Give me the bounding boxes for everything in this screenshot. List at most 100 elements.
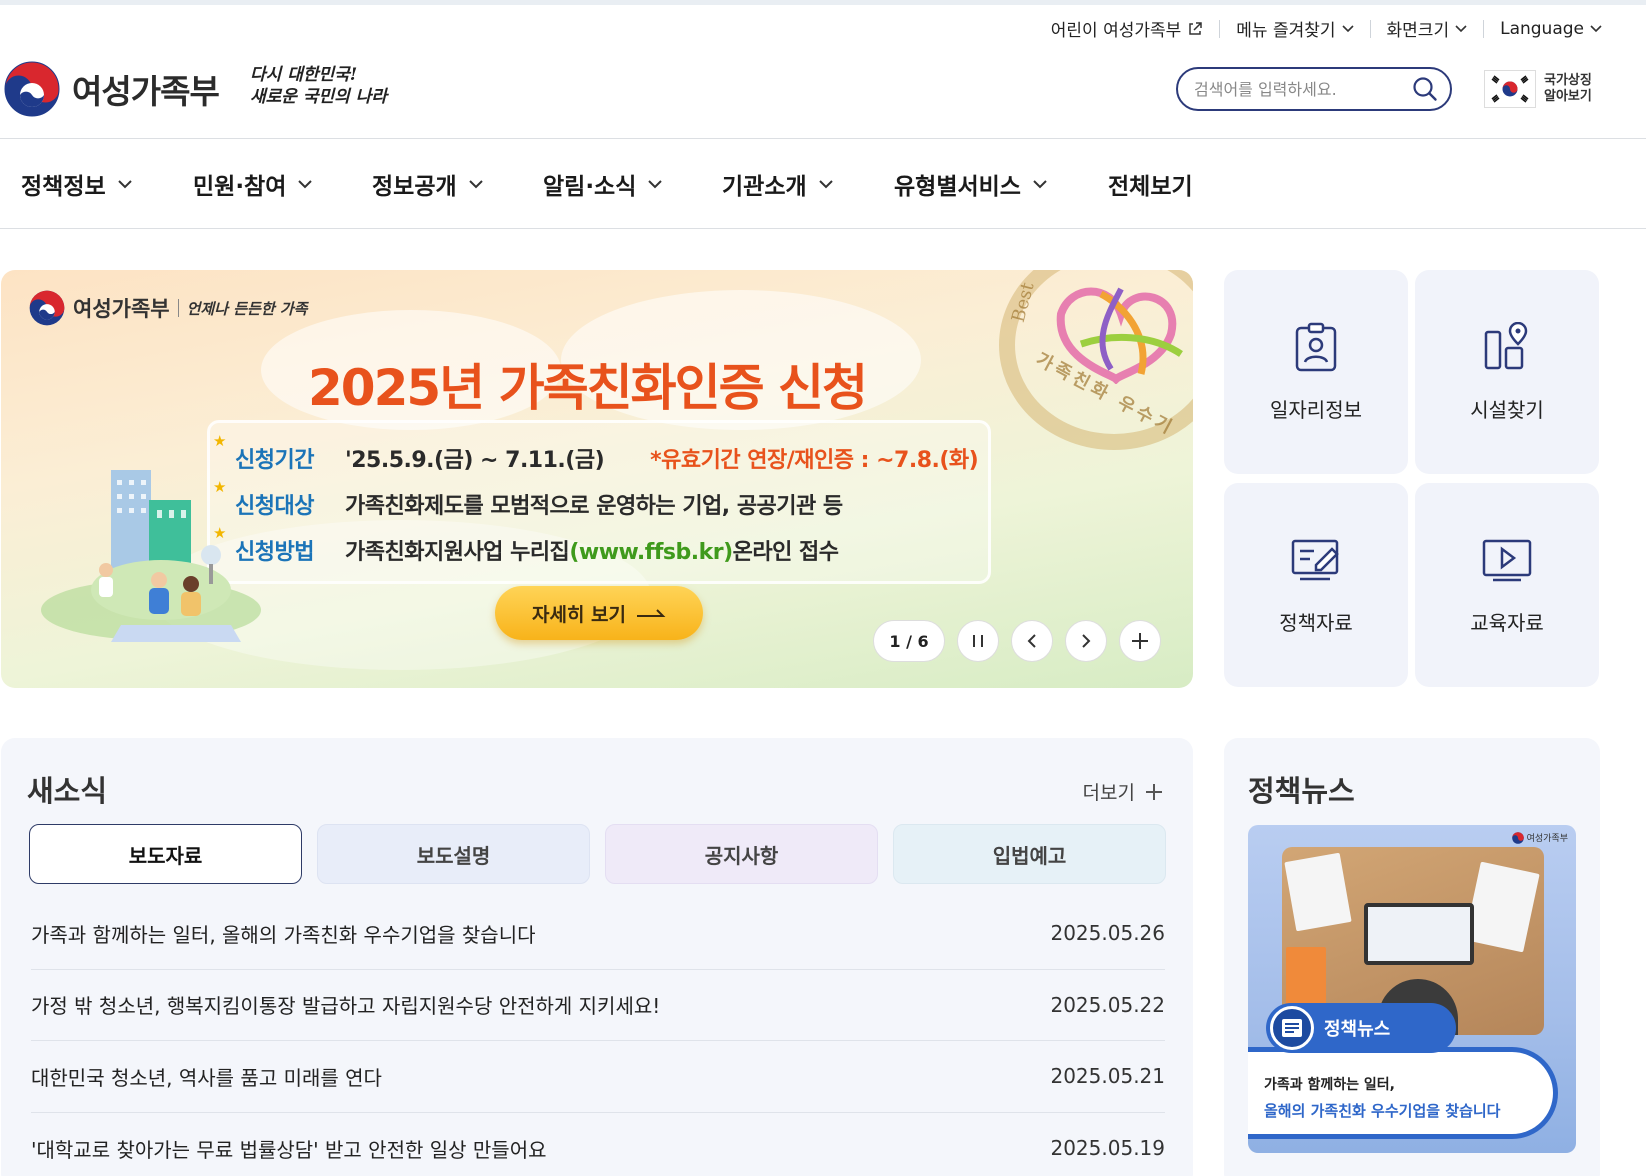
banner-logo-name: 여성가족부 — [73, 297, 170, 321]
view-all-slides-button[interactable] — [1119, 620, 1161, 662]
laptop-illustration — [1364, 903, 1474, 965]
kids-link[interactable]: 어린이 여성가족부 — [1035, 16, 1220, 41]
folder-decoration — [1286, 947, 1326, 1007]
favorites-label: 메뉴 즐겨찾기 — [1236, 21, 1336, 41]
card-logo: 여성가족부 — [1511, 831, 1568, 844]
national-symbol-link[interactable]: 국가상징 알아보기 — [1484, 70, 1600, 108]
banner-controls: 1 / 6 — [873, 620, 1161, 662]
screen-size-menu[interactable]: 화면크기 — [1371, 16, 1484, 41]
nav-label: 유형별서비스 — [894, 174, 1021, 200]
banner-title: 2025년 가족친화인증 신청 — [308, 359, 868, 417]
nav-item-about[interactable]: 기관소개 — [722, 167, 833, 201]
language-label: Language — [1500, 18, 1584, 39]
chevron-down-icon — [298, 179, 313, 188]
chevron-down-icon — [648, 179, 663, 188]
quick-link-policy-docs[interactable]: 정책자료 — [1224, 483, 1408, 687]
list-item[interactable]: 대한민국 청소년, 역사를 품고 미래를 연다 2025.05.21 — [31, 1041, 1165, 1113]
chevron-down-icon — [1455, 24, 1467, 32]
prev-slide-button[interactable] — [1011, 620, 1053, 662]
news-item-date: 2025.05.26 — [1050, 921, 1165, 946]
tab-notice[interactable]: 공지사항 — [605, 824, 878, 884]
row-value: '25.5.9.(금) ~ 7.11.(금) — [345, 448, 605, 473]
nav-item-news[interactable]: 알림·소식 — [543, 167, 663, 201]
video-play-icon — [1482, 539, 1532, 581]
chevron-right-icon — [1082, 634, 1091, 648]
nav-item-sitemap[interactable]: 전체보기 — [1108, 167, 1193, 201]
utility-bar: 어린이 여성가족부 메뉴 즐겨찾기 화면크기 Language — [1035, 16, 1602, 41]
nav-item-services[interactable]: 유형별서비스 — [894, 167, 1047, 201]
nav-label: 정책정보 — [21, 174, 106, 200]
news-section: 새소식 더보기 보도자료 보도설명 공지사항 입법예고 가족과 함께하는 일터,… — [1, 738, 1193, 1176]
card-line-1: 가족과 함께하는 일터, — [1264, 1077, 1395, 1093]
chevron-down-icon — [818, 179, 833, 188]
chevron-down-icon — [1033, 179, 1047, 188]
main-banner[interactable]: Best 가족친화 우수기 여성가족부 언제나 든든한 가족 2025년 가족친… — [1, 270, 1193, 688]
list-item[interactable]: '대학교로 찾아가는 무료 법률상담' 받고 안전한 일상 만들어요 2025.… — [31, 1113, 1165, 1176]
external-link-icon — [1189, 21, 1203, 35]
paper-decoration — [1284, 852, 1352, 932]
nav-label: 기관소개 — [722, 174, 807, 200]
quick-link-education[interactable]: 교육자료 — [1415, 483, 1599, 687]
policy-news-card[interactable]: 여성가족부 가족과 함께하는 일터, 올해의 가족친화 우수기업을 찾습니다 정… — [1248, 825, 1576, 1153]
site-logo[interactable]: 여성가족부 — [4, 61, 220, 117]
search-icon[interactable] — [1412, 76, 1438, 102]
quick-link-label: 정책자료 — [1279, 610, 1353, 635]
row-url: (www.ffsb.kr) — [569, 540, 733, 565]
pause-button[interactable] — [957, 620, 999, 662]
paper-decoration — [1464, 861, 1540, 953]
more-label: 더보기 — [1082, 782, 1135, 804]
nav-label: 전체보기 — [1108, 174, 1193, 200]
quick-link-label: 교육자료 — [1470, 610, 1544, 635]
next-slide-button[interactable] — [1065, 620, 1107, 662]
korean-flag-icon — [1484, 70, 1536, 108]
banner-row-period: 신청기간 '25.5.9.(금) ~ 7.11.(금) *유효기간 연장/재인증… — [213, 432, 979, 474]
nav-item-disclosure[interactable]: 정보공개 — [372, 167, 483, 201]
language-menu[interactable]: Language — [1484, 19, 1602, 39]
slogan-line-2: 새로운 국민의 나라 — [250, 87, 387, 107]
list-item[interactable]: 가정 밖 청소년, 행복지킴이통장 발급하고 자립지원수당 안전하게 지키세요!… — [31, 970, 1165, 1041]
arrow-right-icon — [637, 609, 666, 617]
search-input[interactable] — [1194, 79, 1412, 99]
national-symbol-label: 국가상징 알아보기 — [1544, 73, 1592, 104]
taegeuk-emblem-icon — [1511, 831, 1524, 844]
nav-item-policy[interactable]: 정책정보 — [21, 167, 132, 201]
family-illustration — [41, 470, 261, 642]
banner-row-target: 신청대상 가족친화제도를 모범적으로 운영하는 기업, 공공기관 등 — [213, 478, 843, 520]
top-accent-line — [0, 0, 1646, 5]
row-value-post: 온라인 접수 — [732, 540, 839, 565]
tab-legislation[interactable]: 입법예고 — [893, 824, 1166, 884]
chevron-down-icon — [1590, 24, 1602, 32]
chevron-down-icon — [117, 179, 132, 188]
kids-link-label: 어린이 여성가족부 — [1050, 21, 1182, 41]
location-building-icon — [1484, 321, 1528, 369]
newspaper-icon — [1270, 1006, 1314, 1050]
banner-detail-button[interactable]: 자세히 보기 — [495, 586, 703, 640]
news-more-link[interactable]: 더보기 — [1083, 778, 1163, 805]
card-caption: 가족과 함께하는 일터, 올해의 가족친화 우수기업을 찾습니다 — [1248, 1047, 1558, 1139]
card-line-2: 올해의 가족친화 우수기업을 찾습니다 — [1264, 1102, 1501, 1120]
nav-item-civil[interactable]: 민원·참여 — [193, 167, 313, 201]
card-logo-text: 여성가족부 — [1526, 834, 1568, 844]
news-item-title: 가정 밖 청소년, 행복지킴이통장 발급하고 자립지원수당 안전하게 지키세요! — [31, 994, 661, 1019]
news-item-date: 2025.05.19 — [1050, 1136, 1165, 1161]
chevron-down-icon — [1341, 24, 1354, 32]
news-item-title: 가족과 함께하는 일터, 올해의 가족친화 우수기업을 찾습니다 — [31, 922, 536, 947]
chevron-down-icon — [468, 179, 483, 188]
favorites-menu[interactable]: 메뉴 즐겨찾기 — [1220, 16, 1369, 41]
divider — [0, 228, 1646, 229]
banner-detail-label: 자세히 보기 — [531, 603, 626, 626]
banner-row-method: 신청방법 가족친화지원사업 누리집 (www.ffsb.kr) 온라인 접수 — [213, 524, 839, 566]
quick-link-jobs[interactable]: 일자리정보 — [1224, 270, 1408, 474]
quick-link-facilities[interactable]: 시설찾기 — [1415, 270, 1599, 474]
plus-icon — [1146, 783, 1162, 800]
tab-press-explanation[interactable]: 보도설명 — [317, 824, 590, 884]
taegeuk-emblem-icon — [4, 61, 60, 117]
government-slogan: 다시 대한민국! 새로운 국민의 나라 — [250, 64, 387, 108]
chevron-left-icon — [1027, 634, 1036, 648]
tab-press-release[interactable]: 보도자료 — [29, 824, 302, 884]
row-value: 가족친화지원사업 누리집 — [345, 540, 570, 565]
nav-label: 민원·참여 — [193, 174, 287, 200]
plus-icon — [1132, 633, 1148, 649]
list-item[interactable]: 가족과 함께하는 일터, 올해의 가족친화 우수기업을 찾습니다 2025.05… — [31, 898, 1165, 970]
news-item-title: 대한민국 청소년, 역사를 품고 미래를 연다 — [31, 1065, 382, 1090]
